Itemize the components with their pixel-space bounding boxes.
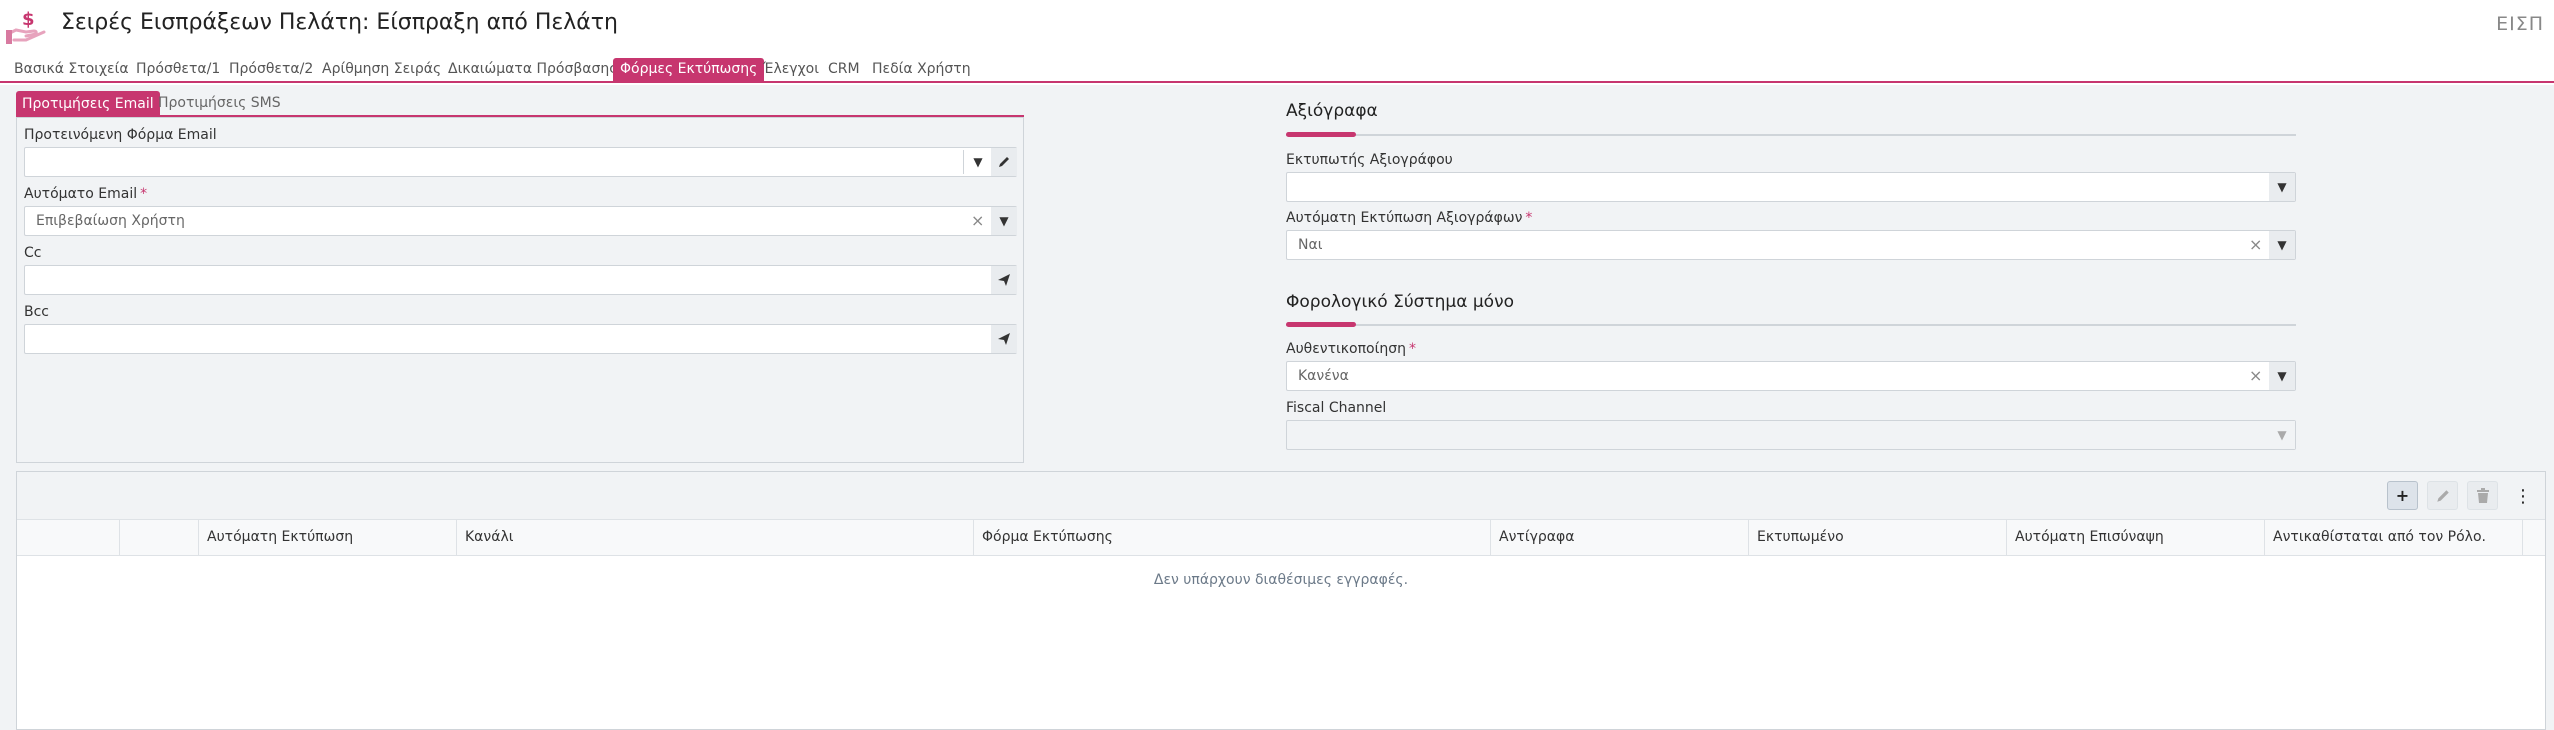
tab-access-rights[interactable]: Δικαιώματα Πρόσβασης [448,61,617,77]
bcc-label: Bcc [24,304,49,320]
column-header[interactable] [17,520,120,556]
column-header[interactable]: Αντίγραφα [1491,520,1749,556]
trash-icon [2476,487,2489,503]
preferred-form-field[interactable]: ▼ [24,147,1017,177]
auth-label: Αυθεντικοποίηση * [1286,341,1416,357]
add-button[interactable]: + [2387,481,2418,510]
chevron-down-icon[interactable]: ▼ [965,148,991,176]
fiscal-title: Φορολογικό Σύστημα μόνο [1286,292,1514,312]
print-forms-grid: + ⋮ Αυτόματη Εκτύπωση Κανάλι Φόρμα Εκτύπ… [16,471,2546,730]
column-header[interactable]: Εκτυπωμένο [1749,520,2007,556]
clear-icon[interactable]: × [2249,235,2262,254]
column-header[interactable]: Αυτόματη Εκτύπωση [199,520,457,556]
column-header[interactable]: Φόρμα Εκτύπωσης [974,520,1491,556]
column-header[interactable]: Κανάλι [457,520,974,556]
cc-field[interactable] [24,265,1017,295]
preferred-form-label: Προτεινόμενη Φόρμα Email [24,127,217,143]
grid-toolbar: + ⋮ [17,472,2545,520]
pencil-icon [2436,489,2449,502]
main-tabs: Βασικά Στοιχεία Πρόσθετα/1 Πρόσθετα/2 Αρ… [0,58,2554,83]
auto-print-field[interactable]: Ναι × ▼ [1286,230,2296,260]
tab-crm[interactable]: CRM [828,61,860,77]
chevron-down-icon: ▼ [2269,421,2295,449]
tab-user-fields[interactable]: Πεδία Χρήστη [872,61,971,77]
auto-email-field[interactable]: Επιβεβαίωση Χρήστη × ▼ [24,206,1017,236]
clear-icon[interactable]: × [2249,366,2262,385]
column-header[interactable]: Αντικαθίσταται από τον Ρόλο. [2265,520,2523,556]
auto-print-label: Αυτόματη Εκτύπωση Αξιογράφων * [1286,210,1533,226]
hand-money-icon: $ [6,9,46,44]
edit-button [2427,481,2458,510]
clear-icon[interactable]: × [971,211,984,230]
tab-print-forms[interactable]: Φόρμες Εκτύπωσης [613,58,765,83]
grid-header: Αυτόματη Εκτύπωση Κανάλι Φόρμα Εκτύπωσης… [17,520,2545,556]
cc-label: Cc [24,245,42,261]
chevron-down-icon[interactable]: ▼ [2269,173,2295,201]
empty-message: Δεν υπάρχουν διαθέσιμες εγγραφές. [1153,572,1409,588]
subtab-email-prefs[interactable]: Προτιμήσεις Email [16,91,160,117]
fiscal-channel-label: Fiscal Channel [1286,400,1387,416]
auto-email-label: Αυτόματο Email * [24,186,148,202]
delete-button [2467,481,2498,510]
tab-basic[interactable]: Βασικά Στοιχεία [14,61,129,77]
column-header[interactable]: Αυτόματη Επισύναψη [2007,520,2265,556]
tab-extra-2[interactable]: Πρόσθετα/2 [229,61,313,77]
subtab-sms-prefs[interactable]: Προτιμήσεις SMS [158,95,281,111]
chevron-down-icon[interactable]: ▼ [2269,362,2295,390]
auth-field[interactable]: Κανένα × ▼ [1286,361,2296,391]
fiscal-channel-field: ▼ [1286,420,2296,450]
chevron-down-icon[interactable]: ▼ [991,207,1017,235]
content-area: Προτιμήσεις Email Προτιμήσεις SMS Προτει… [0,85,2554,730]
bcc-field[interactable] [24,324,1017,354]
column-header[interactable] [120,520,199,556]
more-icon[interactable]: ⋮ [2513,483,2533,509]
send-icon[interactable] [991,266,1017,294]
printer-label: Εκτυπωτής Αξιογράφου [1286,152,1453,168]
send-icon[interactable] [991,325,1017,353]
tab-checks[interactable]: Έλεγχοι [763,61,819,77]
pencil-icon[interactable] [991,148,1017,176]
svg-text:$: $ [22,9,35,30]
page-title: Σειρές Εισπράξεων Πελάτη: Είσπραξη από Π… [61,10,618,35]
printer-field[interactable]: ▼ [1286,172,2296,202]
tab-extra-1[interactable]: Πρόσθετα/1 [136,61,220,77]
page-code: ΕΙΣΠ [2496,13,2544,35]
valuables-title: Αξιόγραφα [1286,101,1378,121]
chevron-down-icon[interactable]: ▼ [2269,231,2295,259]
email-preferences-panel: Προτεινόμενη Φόρμα Email ▼ Αυτόματο Emai… [16,117,1024,463]
page-header: $ Σειρές Εισπράξεων Πελάτη: Είσπραξη από… [0,0,2554,58]
sub-tabs: Προτιμήσεις Email Προτιμήσεις SMS [16,91,1024,117]
tab-numbering[interactable]: Αρίθμηση Σειράς [322,61,441,77]
